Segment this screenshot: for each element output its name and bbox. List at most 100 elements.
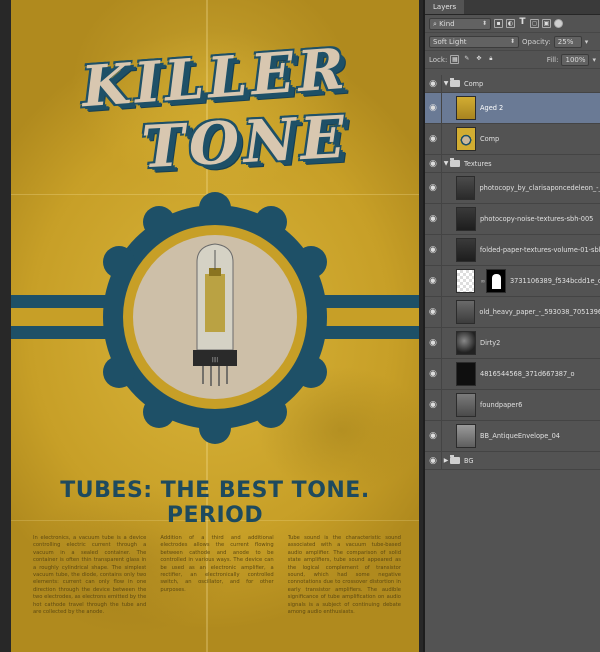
visibility-eye-icon[interactable]: ◉ [425,93,442,123]
lock-position-icon[interactable]: ✥ [474,55,483,64]
layer-thumbnail [456,393,476,417]
visibility-eye-icon[interactable]: ◉ [425,359,442,389]
layer-name: Aged 2 [480,104,504,112]
vacuum-tube-emblem: |||| [11,192,419,444]
layer-texture-5[interactable]: ◉ old_heavy_paper_-_593038_7051396 [425,297,600,328]
filter-toggle-icon[interactable] [554,19,563,28]
opacity-label: Opacity: [522,37,551,46]
blend-row: Soft Light ⬍ Opacity: 25% ▾ [425,33,600,51]
filter-kind-dropdown[interactable]: ⌕ Kind ⬍ [429,17,491,30]
folder-icon [450,455,460,464]
layer-texture-1[interactable]: ◉ photocopy_by_clarisaponcedeleon_-_ [425,173,600,204]
panel-tabbar: Layers [425,0,600,15]
adjustment-filter-icon[interactable]: ◐ [506,19,515,28]
filter-kind-value: Kind [439,19,455,28]
layer-thumbnail [455,269,476,293]
layer-list: ◉ ▼ Comp ◉ Aged 2 ◉ Comp ◉ ▼ Textures ◉ … [425,75,600,470]
smart-object-filter-icon[interactable]: ▣ [542,19,551,28]
layer-name: 4816544568_371d667387_o [480,370,575,378]
visibility-eye-icon[interactable]: ◉ [425,204,442,234]
visibility-eye-icon[interactable]: ◉ [425,235,442,265]
body-column-1: In electronics, a vacuum tube is a devic… [33,535,147,616]
blend-mode-value: Soft Light [433,37,467,46]
blend-mode-dropdown[interactable]: Soft Light ⬍ [429,35,519,48]
layer-thumbnail [455,176,476,200]
fill-label: Fill: [546,55,559,64]
visibility-eye-icon[interactable]: ◉ [425,155,442,172]
layer-filter-row: ⌕ Kind ⬍ ▪ ◐ T ◻ ▣ [425,15,600,33]
layer-texture-2[interactable]: ◉ photocopy-noise-textures-sbh-005 [425,204,600,235]
dropdown-arrow-icon: ⬍ [481,19,487,27]
layer-name: Comp [464,79,484,88]
poster-artwork: KILLER TONE |||| TUBES: THE BEST TONE. P… [11,0,419,652]
vacuum-tube-icon: |||| [193,243,237,386]
image-filter-icon[interactable]: ▪ [494,19,503,28]
layer-texture-6[interactable]: ◉ Dirty2 [425,328,600,359]
layer-group-bg[interactable]: ◉ ▶ BG [425,452,600,470]
layer-name: foundpaper6 [480,401,523,409]
expand-arrow-icon[interactable]: ▼ [442,160,450,167]
layer-name: Comp [480,135,500,143]
layer-group-comp[interactable]: ◉ ▼ Comp [425,75,600,93]
tab-layers[interactable]: Layers [425,0,465,14]
layer-texture-3[interactable]: ◉ folded-paper-textures-volume-01-sbl [425,235,600,266]
lock-all-icon[interactable]: 🔒︎ [486,55,495,64]
layer-name: folded-paper-textures-volume-01-sbl [479,246,600,254]
layer-name: old_heavy_paper_-_593038_7051396 [479,308,600,316]
layer-thumbnail [456,362,476,386]
layer-thumbnail [456,424,476,448]
layer-name: BB_AntiqueEnvelope_04 [480,432,560,440]
visibility-eye-icon[interactable]: ◉ [425,390,442,420]
folder-icon [450,158,460,167]
document-canvas[interactable]: KILLER TONE |||| TUBES: THE BEST TONE. P… [0,0,423,652]
visibility-eye-icon[interactable]: ◉ [425,297,442,327]
folder-icon [450,78,460,87]
layer-name: Dirty2 [480,339,501,347]
body-column-3: Tube sound is the characteristic sound a… [287,535,401,616]
layer-name: photocopy_by_clarisaponcedeleon_-_ [479,184,600,192]
opacity-slider-arrow-icon[interactable]: ▾ [585,38,589,46]
layer-aged2[interactable]: ◉ Aged 2 [425,93,600,124]
layer-mask-thumbnail[interactable] [486,269,506,293]
visibility-eye-icon[interactable]: ◉ [425,173,442,203]
layer-group-textures[interactable]: ◉ ▼ Textures [425,155,600,173]
shape-filter-icon[interactable]: ◻ [530,19,539,28]
lock-transparent-icon[interactable]: ▦ [450,55,460,64]
opacity-input[interactable]: 25% [553,35,582,48]
layer-thumbnail [456,207,476,231]
layer-name: 3731106389_f534bcdd1e_o [509,277,600,285]
visibility-eye-icon[interactable]: ◉ [425,75,442,92]
body-column-2: Addition of a third and additional elect… [160,535,274,593]
poster-body-text: In electronics, a vacuum tube is a devic… [33,535,401,625]
layer-comp[interactable]: ◉ Comp [425,124,600,155]
layer-thumbnail [456,127,476,151]
visibility-eye-icon[interactable]: ◉ [425,421,442,451]
layer-thumbnail [456,96,476,120]
lock-row: Lock: ▦ ✎ ✥ 🔒︎ Fill: 100% ▾ [425,51,600,69]
visibility-eye-icon[interactable]: ◉ [425,124,442,154]
layers-panel: Layers ⌕ Kind ⬍ ▪ ◐ T ◻ ▣ Soft Light ⬍ Opa… [423,0,600,652]
link-chain-icon: ∞ [480,277,486,285]
visibility-eye-icon[interactable]: ◉ [425,266,442,296]
layer-texture-4[interactable]: ◉ ∞ 3731106389_f534bcdd1e_o [425,266,600,297]
lock-pixels-icon[interactable]: ✎ [462,55,471,64]
layer-texture-8[interactable]: ◉ foundpaper6 [425,390,600,421]
lock-label: Lock: [429,55,448,64]
expand-arrow-icon[interactable]: ▶ [442,457,450,464]
layer-thumbnail [455,238,476,262]
fill-input[interactable]: 100% [561,53,590,66]
visibility-eye-icon[interactable]: ◉ [425,328,442,358]
layer-thumbnail [456,331,476,355]
fill-slider-arrow-icon[interactable]: ▾ [592,56,596,64]
visibility-eye-icon[interactable]: ◉ [425,452,442,469]
layer-thumbnail [455,300,476,324]
layer-texture-9[interactable]: ◉ BB_AntiqueEnvelope_04 [425,421,600,452]
dropdown-arrow-icon: ⬍ [509,37,515,45]
layer-name: Textures [464,159,492,168]
layer-name: photocopy-noise-textures-sbh-005 [480,215,594,223]
layer-texture-7[interactable]: ◉ 4816544568_371d667387_o [425,359,600,390]
layer-name: BG [464,456,474,465]
expand-arrow-icon[interactable]: ▼ [442,80,450,87]
text-filter-icon[interactable]: T [518,18,527,28]
poster-tagline: TUBES: THE BEST TONE. PERIOD [60,478,370,528]
